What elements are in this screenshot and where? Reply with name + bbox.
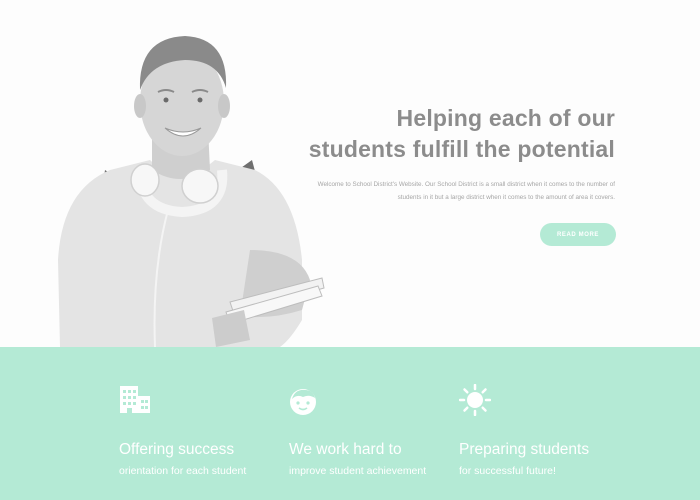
hero-description-line-1: Welcome to School District's Website. Ou… [317, 181, 615, 188]
hero-description: Welcome to School District's Website. Ou… [285, 178, 615, 204]
building-icon [120, 386, 150, 413]
feature-title: We work hard to [289, 441, 402, 458]
hero-description-line-2: students in it but a large district when… [397, 194, 615, 201]
hero-section: Helping each of our students fulfill the… [0, 0, 700, 347]
child-face-icon [290, 389, 316, 415]
feature-title: Offering success [119, 441, 235, 458]
hero-title-line-1: Helping each of our [396, 105, 615, 131]
features-section: Offering success orientation for each st… [0, 347, 700, 500]
sun-icon [459, 384, 491, 416]
feature-subtitle: for successful future! [459, 465, 556, 477]
feature-item-3: Preparing students for successful future… [459, 347, 659, 500]
hero-title: Helping each of our students fulfill the… [255, 103, 615, 165]
feature-title: Preparing students [459, 441, 590, 458]
feature-subtitle: improve student achievement [289, 465, 427, 477]
feature-subtitle: orientation for each student [119, 465, 247, 477]
hero-title-line-2: students fulfill the potential [308, 136, 615, 162]
read-more-button[interactable]: READ MORE [540, 223, 616, 246]
